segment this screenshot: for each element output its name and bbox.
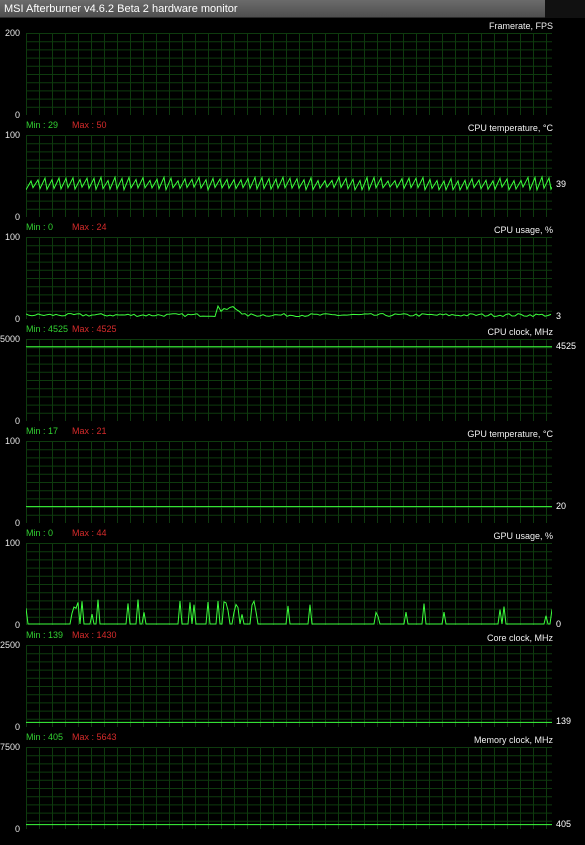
graph-grid: [26, 747, 552, 829]
graph-grid: [26, 441, 552, 523]
min-label: Min : 405: [26, 732, 64, 742]
graph-title: Framerate, FPS: [488, 21, 553, 31]
graph-plot-7[interactable]: [26, 747, 552, 830]
window-titlebar[interactable]: MSI Afterburner v4.6.2 Beta 2 hardware m…: [0, 0, 585, 18]
titlebar-dark-region: [545, 0, 585, 18]
y-axis-min-label: 0: [14, 212, 20, 222]
min-label: Min : 17: [26, 426, 59, 436]
max-label: Max : 44: [72, 528, 107, 538]
graph-title: GPU temperature, °C: [467, 429, 553, 439]
max-label: Max : 4525: [72, 324, 117, 334]
graph-title: Core clock, MHz: [486, 633, 553, 643]
current-value: 39: [556, 179, 567, 190]
y-axis-max-label: 100: [4, 130, 20, 140]
y-axis-max-label: 100: [4, 538, 20, 548]
min-label: Min : 0: [26, 528, 54, 538]
min-label: Min : 29: [26, 120, 59, 130]
max-label: Max : 21: [72, 426, 107, 436]
min-label: Min : 139: [26, 630, 64, 640]
max-label: Max : 24: [72, 222, 107, 232]
y-axis-max-label: 100: [4, 232, 20, 242]
y-axis-min-label: 0: [14, 824, 20, 834]
min-label: Min : 0: [26, 222, 54, 232]
graph-plot-2[interactable]: [26, 237, 552, 320]
current-value: 4525: [556, 340, 577, 351]
current-value: 405: [556, 818, 572, 829]
window-title: MSI Afterburner v4.6.2 Beta 2 hardware m…: [4, 3, 238, 15]
max-label: Max : 50: [72, 120, 107, 130]
current-value: 139: [556, 716, 572, 727]
y-axis-min-label: 0: [14, 416, 20, 426]
min-label: Min : 4525: [26, 324, 69, 334]
graph-title: CPU temperature, °C: [467, 123, 553, 133]
graph-plot-3[interactable]: [26, 339, 552, 422]
y-axis-max-label: 7500: [0, 742, 21, 752]
y-axis-max-label: 200: [4, 28, 20, 38]
graph-grid: [26, 135, 552, 217]
graph-plot-1[interactable]: [26, 135, 552, 218]
max-label: Max : 1430: [72, 630, 117, 640]
current-value: 3: [556, 310, 562, 321]
graph-grid: [26, 33, 552, 115]
y-axis-min-label: 0: [14, 722, 20, 732]
graph-plot-0[interactable]: [26, 33, 552, 116]
y-axis-min-label: 0: [14, 518, 20, 528]
y-axis-max-label: 2500: [0, 640, 21, 650]
graph-plot-5[interactable]: [26, 543, 552, 626]
hardware-monitor-graphs[interactable]: 200 0 Framerate, FPS Min : 29 Max : 50 100 0 CP…: [0, 18, 585, 845]
y-axis-max-label: 100: [4, 436, 20, 446]
current-value: 0: [556, 619, 562, 629]
graph-grid: [26, 645, 552, 727]
graph-plot-6[interactable]: [26, 645, 552, 728]
y-axis-min-label: 0: [14, 110, 20, 120]
graph-title: CPU usage, %: [493, 225, 553, 235]
y-axis-min-label: 0: [14, 314, 20, 324]
graph-title: GPU usage, %: [493, 531, 553, 541]
max-label: Max : 5643: [72, 732, 117, 742]
current-value: 20: [556, 500, 567, 511]
graph-grid: [26, 339, 552, 421]
graph-grid: [26, 237, 552, 319]
graph-title: CPU clock, MHz: [487, 327, 553, 337]
y-axis-max-label: 5000: [0, 334, 21, 344]
graph-plot-4[interactable]: [26, 441, 552, 524]
graph-title: Memory clock, MHz: [473, 735, 553, 745]
y-axis-min-label: 0: [14, 620, 20, 630]
